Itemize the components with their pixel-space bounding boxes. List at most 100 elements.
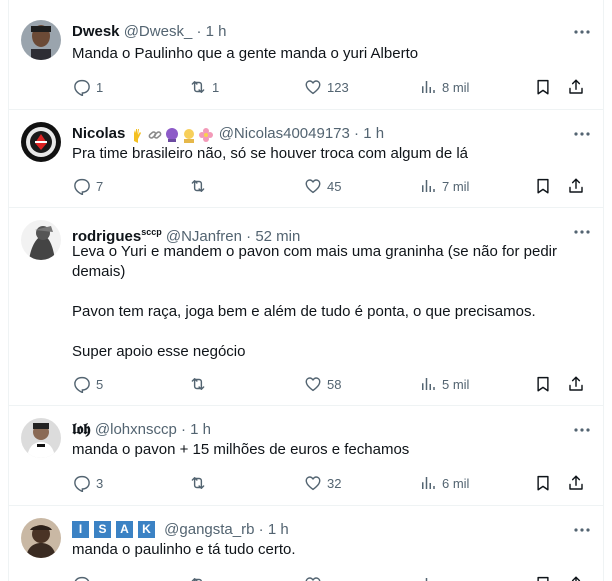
bookmark-button[interactable] (534, 574, 552, 581)
separator-dot: · (196, 23, 202, 40)
share-button[interactable] (567, 77, 585, 97)
share-icon (569, 178, 583, 193)
tweet-dwesk[interactable]: Dwesk @Dwesk_ · 1 h Manda o Paulinho que… (9, 0, 603, 110)
speech-bubble-icon (74, 178, 90, 195)
timestamp[interactable]: 1 h (206, 23, 227, 40)
author-handle[interactable]: @gangsta_rb (164, 521, 254, 538)
reply-button[interactable]: 1 (73, 77, 103, 97)
avatar[interactable] (21, 518, 61, 558)
tweet-nicolas[interactable]: Nicolas @Nicolas40049173 · 1 h Pra time … (9, 110, 603, 208)
bookmark-button[interactable] (534, 77, 552, 97)
like-button[interactable]: 45 (304, 176, 341, 196)
retweet-button[interactable] (189, 374, 212, 394)
author-name[interactable]: ISAK (72, 521, 164, 538)
avatar[interactable] (21, 20, 61, 60)
like-button[interactable]: 32 (304, 473, 341, 493)
speech-bubble-icon (74, 79, 90, 96)
crystal-ball-emoji-icon (165, 128, 178, 142)
flower-emoji-icon (198, 128, 213, 142)
tweet-text: manda o paulinho e tá tudo certo. (72, 541, 296, 558)
retweet-icon (191, 477, 205, 489)
bookmark-button[interactable] (534, 176, 552, 196)
bookmark-icon (537, 79, 549, 95)
tweet-text: Leva o Yuri e mandem o pavon com mais um… (72, 243, 557, 360)
heart-icon (305, 476, 321, 491)
heart-icon (305, 80, 321, 95)
bookmark-button[interactable] (534, 374, 552, 394)
tweet-text: Pra time brasileiro não, só se houver tr… (72, 145, 469, 162)
more-horizontal-icon[interactable] (573, 522, 591, 538)
views-button[interactable]: 5 mil (419, 374, 469, 394)
views-button[interactable]: 6 mil (419, 473, 469, 493)
views-button[interactable]: 8 mil (419, 77, 469, 97)
share-button[interactable] (567, 473, 585, 493)
retweet-icon (191, 81, 205, 93)
speech-bubble-icon (74, 576, 90, 581)
separator-dot: · (354, 125, 360, 142)
retweet-button[interactable]: 1 (189, 77, 219, 97)
reply-count: 7 (96, 178, 104, 194)
timestamp[interactable]: 1 h (268, 521, 289, 538)
separator-dot: · (258, 521, 264, 538)
share-button[interactable] (567, 374, 585, 394)
separator-dot: · (181, 421, 186, 438)
link-emoji-icon (148, 131, 161, 139)
view-count: 6 mil (442, 475, 470, 491)
timestamp[interactable]: 1 h (363, 125, 384, 142)
retweet-button[interactable] (189, 473, 212, 493)
retweet-button[interactable] (189, 176, 212, 196)
author-name[interactable]: Dwesk (72, 23, 120, 40)
tweet-rodrigues[interactable]: rodriguessccp @NJanfren · 52 min Leva o … (9, 208, 603, 406)
like-button[interactable] (304, 574, 327, 581)
name-letter-badge: K (138, 521, 155, 538)
more-horizontal-icon[interactable] (573, 24, 591, 40)
author-handle[interactable]: @lohxnsccp (95, 421, 177, 438)
view-count: 8 mil (442, 79, 470, 95)
author-handle[interactable]: @Nicolas40049173 (219, 125, 350, 142)
author-name[interactable]: 𝖑𝖔𝖍 (72, 421, 91, 438)
reply-button[interactable] (73, 574, 96, 581)
bookmark-icon (537, 376, 549, 392)
name-letter-badge: S (94, 521, 111, 538)
more-horizontal-icon[interactable] (573, 126, 591, 142)
author-name[interactable]: Nicolas (72, 125, 125, 142)
like-button[interactable]: 58 (304, 374, 341, 394)
like-count: 32 (327, 475, 342, 491)
retweet-button[interactable] (189, 574, 212, 581)
hand-emoji-icon (133, 129, 141, 143)
like-count: 45 (327, 178, 342, 194)
share-button[interactable] (567, 574, 585, 581)
action-bar: 7 45 7 mil (72, 176, 591, 196)
heart-icon (305, 577, 321, 581)
view-count: 7 mil (442, 178, 470, 194)
reply-count: 3 (96, 475, 104, 491)
person-emoji-icon (183, 129, 194, 143)
share-icon (569, 79, 583, 94)
avatar[interactable] (21, 122, 61, 162)
bookmark-button[interactable] (534, 473, 552, 493)
name-letter-badge: I (72, 521, 89, 538)
reply-button[interactable]: 7 (73, 176, 103, 196)
speech-bubble-icon (74, 376, 90, 393)
share-icon (571, 576, 581, 581)
views-button[interactable]: 7 mil (419, 176, 469, 196)
share-button[interactable] (567, 176, 585, 196)
avatar[interactable] (21, 418, 61, 458)
bar-chart-icon (422, 477, 435, 489)
timestamp[interactable]: 1 h (190, 421, 211, 438)
author-handle[interactable]: @Dwesk_ (124, 23, 193, 40)
share-icon (569, 475, 583, 490)
views-button[interactable] (419, 574, 442, 581)
more-horizontal-icon[interactable] (573, 422, 591, 438)
like-count: 123 (327, 79, 349, 95)
reply-button[interactable]: 5 (73, 374, 103, 394)
tweet-loh[interactable]: 𝖑𝖔𝖍 @lohxnsccp · 1 h manda o pavon + 15 … (9, 406, 603, 506)
tweet-isak[interactable]: ISAK @gangsta_rb · 1 h manda o paulinho … (9, 506, 603, 581)
reply-count: 5 (96, 376, 104, 392)
avatar[interactable] (21, 220, 61, 260)
more-horizontal-icon[interactable] (573, 224, 591, 240)
reply-button[interactable]: 3 (73, 473, 103, 493)
like-button[interactable]: 123 (304, 77, 349, 97)
view-count: 5 mil (442, 376, 470, 392)
reply-timeline: Dwesk @Dwesk_ · 1 h Manda o Paulinho que… (8, 0, 604, 581)
